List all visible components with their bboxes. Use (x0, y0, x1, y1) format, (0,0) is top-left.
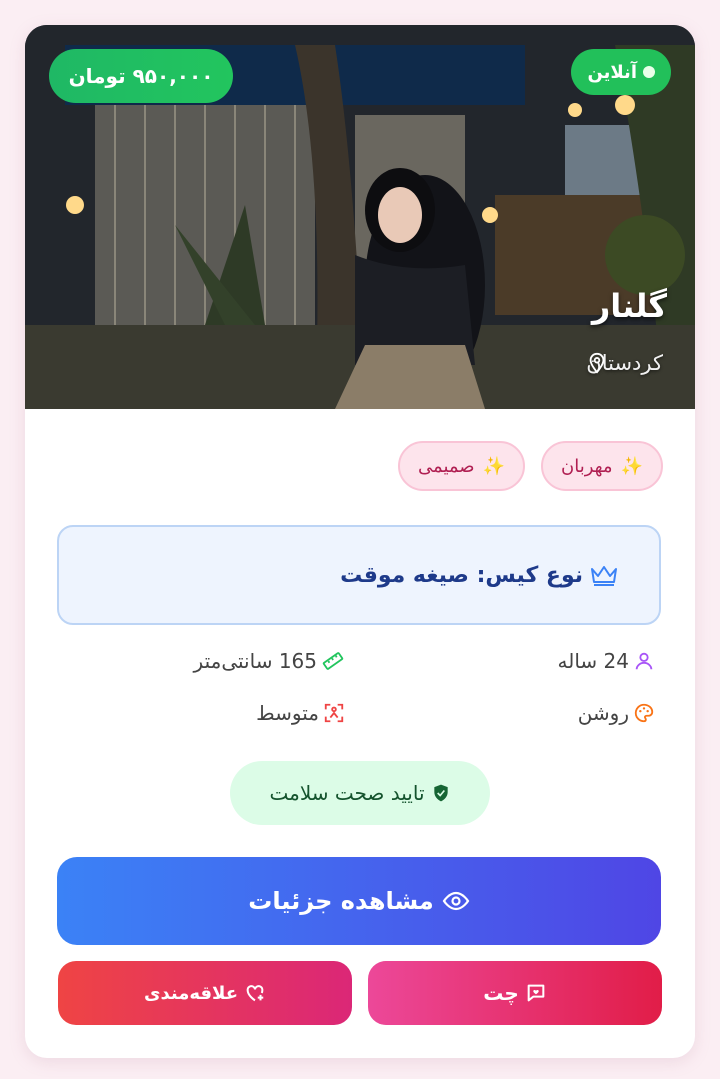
favorite-label: علاقه‌مندی (143, 982, 239, 1004)
stat-skin-value: روشن (577, 701, 629, 725)
eye-icon (442, 891, 470, 911)
trait-tag-label: مهربان (560, 455, 613, 477)
health-label: تایید صحت سلامت (269, 781, 425, 805)
chat-label: چت (483, 981, 519, 1005)
view-details-button[interactable]: مشاهده جزئیات (57, 857, 661, 945)
price-label: ۹۵۰,۰۰۰ تومان (68, 64, 214, 88)
favorite-button[interactable]: علاقه‌مندی (58, 961, 352, 1025)
case-type-box: نوع کیس: صیغه موقت (57, 525, 661, 625)
sparkles-icon: ✨ (482, 455, 505, 477)
online-status-label: آنلاین (587, 61, 637, 83)
health-verified-badge: تایید صحت سلامت (230, 761, 490, 825)
chat-icon (527, 984, 545, 1002)
stat-body: متوسط (256, 701, 345, 725)
ruler-icon (322, 652, 344, 670)
price-badge: ۹۵۰,۰۰۰ تومان (49, 49, 233, 103)
stat-age-value: 24 ساله (557, 649, 629, 673)
shield-check-icon (433, 784, 448, 802)
palette-icon (634, 703, 654, 723)
profile-location: کردستان (586, 351, 663, 375)
stat-body-value: متوسط (256, 701, 319, 725)
online-dot-icon (643, 66, 655, 78)
location-pin-icon (589, 352, 605, 374)
profile-photo[interactable]: آنلاین ۹۵۰,۰۰۰ تومان گلنار کردستان (25, 25, 695, 409)
body-scan-icon (324, 703, 344, 723)
stat-height-value: 165 سانتی‌متر (193, 649, 317, 673)
crown-icon (591, 566, 617, 586)
user-icon (635, 652, 653, 670)
trait-tag: ✨ مهربان (540, 441, 663, 491)
sparkles-icon: ✨ (620, 455, 643, 477)
profile-card: آنلاین ۹۵۰,۰۰۰ تومان گلنار کردستان ✨ مهر… (25, 25, 695, 1058)
stat-skin: روشن (578, 701, 655, 725)
chat-button[interactable]: چت (368, 961, 662, 1025)
trait-tag-label: صمیمی (418, 455, 475, 477)
online-status-badge: آنلاین (571, 49, 671, 95)
trait-tag: ✨ صمیمی (398, 441, 525, 491)
stat-height: 165 سانتی‌متر (194, 649, 345, 673)
heart-plus-icon (246, 985, 264, 1002)
view-details-label: مشاهده جزئیات (248, 887, 434, 915)
case-type-label: نوع کیس: صیغه موقت (340, 562, 583, 588)
stat-age: 24 ساله (558, 649, 655, 673)
profile-name: گلنار (591, 287, 667, 325)
trait-tags: ✨ مهربان ✨ صمیمی (398, 441, 663, 491)
